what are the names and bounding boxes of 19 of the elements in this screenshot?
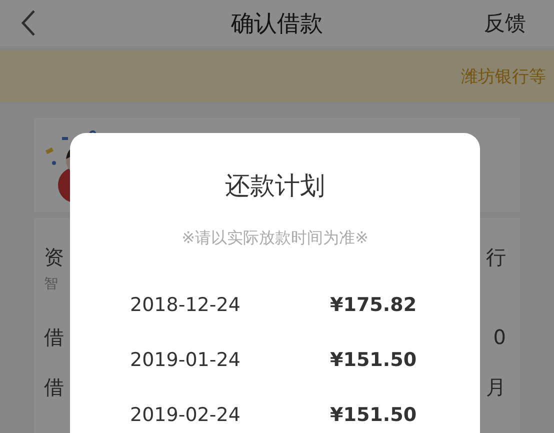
detail-label: 资 — [44, 244, 64, 270]
back-icon[interactable] — [20, 9, 36, 37]
repayment-date: 2019-02-24 — [130, 404, 240, 426]
feedback-link[interactable]: 反馈 — [484, 9, 526, 37]
repayment-date: 2019-01-24 — [130, 348, 240, 370]
detail-value: 行 — [486, 244, 506, 270]
detail-label: 智 — [44, 275, 58, 293]
repayment-amount: ¥151.50 — [330, 404, 418, 426]
dialog-note: ※请以实际放款时间为准※ — [182, 228, 368, 249]
notice-text: 潍坊银行等 — [461, 66, 547, 88]
page-title: 确认借款 — [231, 10, 323, 38]
repayment-amount: ¥175.82 — [330, 294, 418, 316]
dialog-title: 还款计划 — [225, 170, 325, 202]
detail-label: 借 — [44, 324, 64, 350]
repayment-amount: ¥151.50 — [330, 348, 418, 370]
repayment-date: 2018-12-24 — [130, 294, 240, 316]
detail-value: 0 — [493, 325, 506, 349]
detail-label: 借 — [44, 374, 64, 400]
detail-value: 月 — [486, 374, 506, 400]
